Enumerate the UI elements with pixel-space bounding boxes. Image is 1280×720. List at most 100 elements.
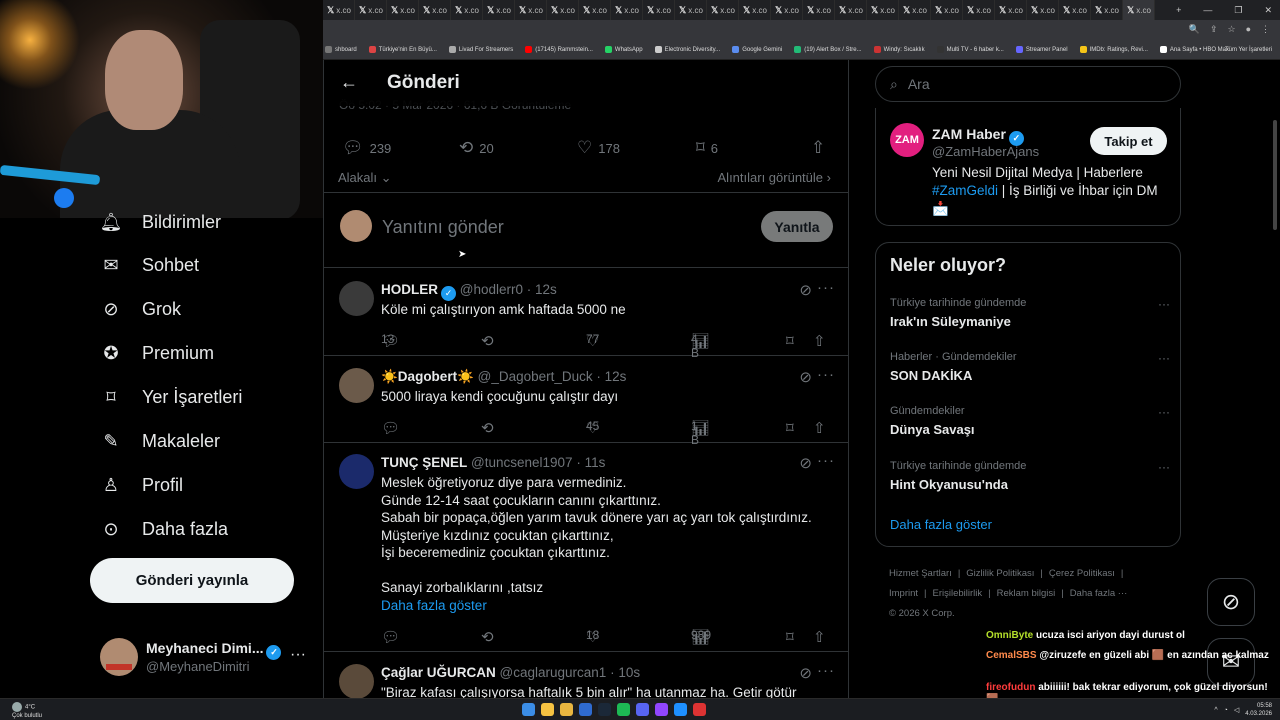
reply-tweet[interactable]: HODLER ✓ @hodlerr0 · 12s ⊘ ··· Köle mi çalış… [324, 269, 848, 360]
likes-stat[interactable]: ♡ 178 [577, 138, 620, 158]
footer-link[interactable]: Erişilebilirlik [933, 588, 983, 599]
timestamp[interactable]: 11s [585, 455, 606, 470]
author-name[interactable]: HODLER [381, 282, 438, 297]
browser-tab[interactable]: 𝕏x.co [963, 0, 995, 20]
trend-item[interactable]: Haberler · Gündemdekiler SON DAKİKA ··· [890, 351, 1170, 391]
menu-icon[interactable]: ⋮ [1261, 24, 1270, 35]
author-name[interactable]: TUNÇ ŞENEL [381, 455, 467, 470]
chrome-icon[interactable] [541, 703, 554, 716]
footer-link[interactable]: Daha fazla ··· [1070, 588, 1128, 599]
reply-button[interactable]: Yanıtla [761, 211, 833, 242]
bookmarks-stat[interactable]: ⌑ 6 [696, 138, 718, 158]
bookmark-item[interactable]: (17145) Rammstein... [525, 46, 593, 53]
page-scrollbar[interactable] [1272, 60, 1278, 700]
grok-fab-icon[interactable]: ⊘ [1207, 578, 1255, 626]
clock[interactable]: 05:58 4.03.2026 [1245, 702, 1272, 718]
browser-tab[interactable]: 𝕏x.co [931, 0, 963, 20]
browser-tab[interactable]: 𝕏x.co [803, 0, 835, 20]
grok-explain-icon[interactable]: ⊘ [799, 454, 812, 472]
browser-tab[interactable]: 𝕏x.co [1027, 0, 1059, 20]
weather-widget[interactable]: 4°C Çok bulutlu [12, 702, 42, 720]
more-dots-icon[interactable]: ··· [290, 646, 306, 664]
bookmark-item[interactable]: Windy: Sıcaklık [873, 46, 925, 53]
nav-item-makaleler[interactable]: ✎ Makaleler [100, 426, 220, 456]
obs-icon[interactable] [693, 703, 706, 716]
bookmark-item[interactable]: Streamer Panel [1015, 46, 1068, 53]
bookmark-item[interactable]: Google Gemini [732, 46, 782, 53]
browser-tab[interactable]: 𝕏x.co [739, 0, 771, 20]
footer-link[interactable]: Imprint [889, 588, 918, 599]
nav-item-yeriaretleri[interactable]: ⌑ Yer İşaretleri [100, 382, 242, 412]
reply-input[interactable]: Yanıtını gönder [382, 217, 504, 238]
grok-explain-icon[interactable]: ⊘ [799, 281, 812, 299]
nav-item-bildirimler[interactable]: 🔔︎ Bildirimler [100, 207, 221, 237]
more-dots-icon[interactable]: ··· [817, 662, 835, 679]
grok-explain-icon[interactable]: ⊘ [799, 368, 812, 386]
avatar[interactable] [339, 454, 374, 489]
reply-tweet[interactable]: TUNÇ ŞENEL @tuncsenel1907 · 11s ⊘ ··· Mesle… [324, 442, 848, 652]
app-icon[interactable] [579, 703, 592, 716]
more-dots-icon[interactable]: ··· [1158, 405, 1170, 419]
sort-dropdown[interactable]: Alakalı ⌄ [338, 170, 392, 186]
browser-tab[interactable]: 𝕏x.co [323, 0, 355, 20]
trend-item[interactable]: Türkiye tarihinde gündemde Hint Okyanusu'… [890, 460, 1170, 500]
show-more-link[interactable]: Daha fazla göster [381, 598, 487, 613]
more-dots-icon[interactable]: ··· [1158, 297, 1170, 311]
all-bookmarks-folder[interactable]: Tüm Yer İşaretleri [1225, 47, 1272, 53]
browser-tab[interactable]: 𝕏x.co [867, 0, 899, 20]
app-icon[interactable] [674, 703, 687, 716]
trend-item[interactable]: Türkiye tarihinde gündemde Irak'ın Süleym… [890, 297, 1170, 337]
browser-tab[interactable]: 𝕏x.co [1091, 0, 1123, 20]
nav-item-dahafazla[interactable]: ⊙ Daha fazla [100, 514, 228, 544]
start-icon[interactable] [522, 703, 535, 716]
footer-link[interactable]: Reklam bilgisi [997, 588, 1056, 599]
avatar[interactable] [339, 664, 374, 698]
browser-tab[interactable]: 𝕏x.co [579, 0, 611, 20]
nav-item-premium[interactable]: ✪ Premium [100, 338, 214, 368]
wifi-icon[interactable]: ◔ [1224, 707, 1228, 714]
footer-link[interactable]: Hizmet Şartları [889, 568, 952, 579]
grok-explain-icon[interactable]: ⊘ [799, 664, 812, 682]
browser-tab[interactable]: 𝕏x.co [483, 0, 515, 20]
zam-haber-logo[interactable]: ZAM [890, 123, 924, 157]
minimize-icon[interactable]: — [1203, 5, 1212, 15]
address-bar[interactable]: 🔍 ⇪ ☆ ● ⋮ [323, 20, 1280, 40]
more-dots-icon[interactable]: ··· [817, 366, 835, 383]
reply-tweet[interactable]: Çağlar UĞURCAN @caglarugurcan1 · 10s ⊘ ···… [324, 652, 848, 698]
more-dots-icon[interactable]: ··· [1158, 460, 1170, 474]
browser-tab[interactable]: 𝕏x.co [451, 0, 483, 20]
timestamp[interactable]: 10s [618, 665, 640, 680]
avatar[interactable] [339, 281, 374, 316]
browser-tab[interactable]: 𝕏x.co [547, 0, 579, 20]
browser-tab[interactable]: 𝕏x.co [1123, 0, 1155, 20]
maximize-icon[interactable]: ❐ [1234, 5, 1242, 16]
browser-tab[interactable]: 𝕏x.co [355, 0, 387, 20]
back-arrow-icon[interactable]: ← [340, 72, 358, 93]
footer-link[interactable]: Gizlilik Politikası [966, 568, 1034, 579]
search-input[interactable]: ⌕ Ara [875, 66, 1181, 102]
chevron-up-icon[interactable]: ^ [1214, 707, 1217, 714]
replies-stat[interactable]: 💬︎ 239 [342, 138, 391, 158]
close-icon[interactable]: ✕ [1264, 5, 1272, 16]
bookmark-item[interactable]: Ana Sayfa • HBO Max [1159, 46, 1229, 53]
browser-tab[interactable]: 𝕏x.co [899, 0, 931, 20]
star-icon[interactable]: ☆ [1227, 24, 1235, 35]
steam-icon[interactable] [598, 703, 611, 716]
view-quotes-link[interactable]: Alıntıları görüntüle › [718, 170, 831, 185]
nav-item-grok[interactable]: ⊘ Grok [100, 294, 181, 324]
author-name[interactable]: Çağlar UĞURCAN [381, 665, 496, 680]
browser-tab[interactable]: 𝕏x.co [707, 0, 739, 20]
bookmark-item[interactable]: WhatsApp [604, 46, 643, 53]
volume-icon[interactable]: ◁ [1234, 706, 1239, 714]
account-name[interactable]: ZAM Haber ✓ [932, 126, 1024, 146]
folder-icon[interactable] [560, 703, 573, 716]
more-dots-icon[interactable]: ··· [817, 452, 835, 469]
nav-item-sohbet[interactable]: ✉ Sohbet [100, 250, 199, 280]
bookmark-item[interactable]: Multi TV - 6 haber k... [936, 46, 1004, 53]
discord-icon[interactable] [636, 703, 649, 716]
timestamp[interactable]: 12s [535, 282, 557, 297]
browser-tab[interactable]: 𝕏x.co [515, 0, 547, 20]
twitch-icon[interactable] [655, 703, 668, 716]
share-button[interactable]: ⇧ [811, 138, 825, 158]
browser-tab[interactable]: 𝕏x.co [643, 0, 675, 20]
